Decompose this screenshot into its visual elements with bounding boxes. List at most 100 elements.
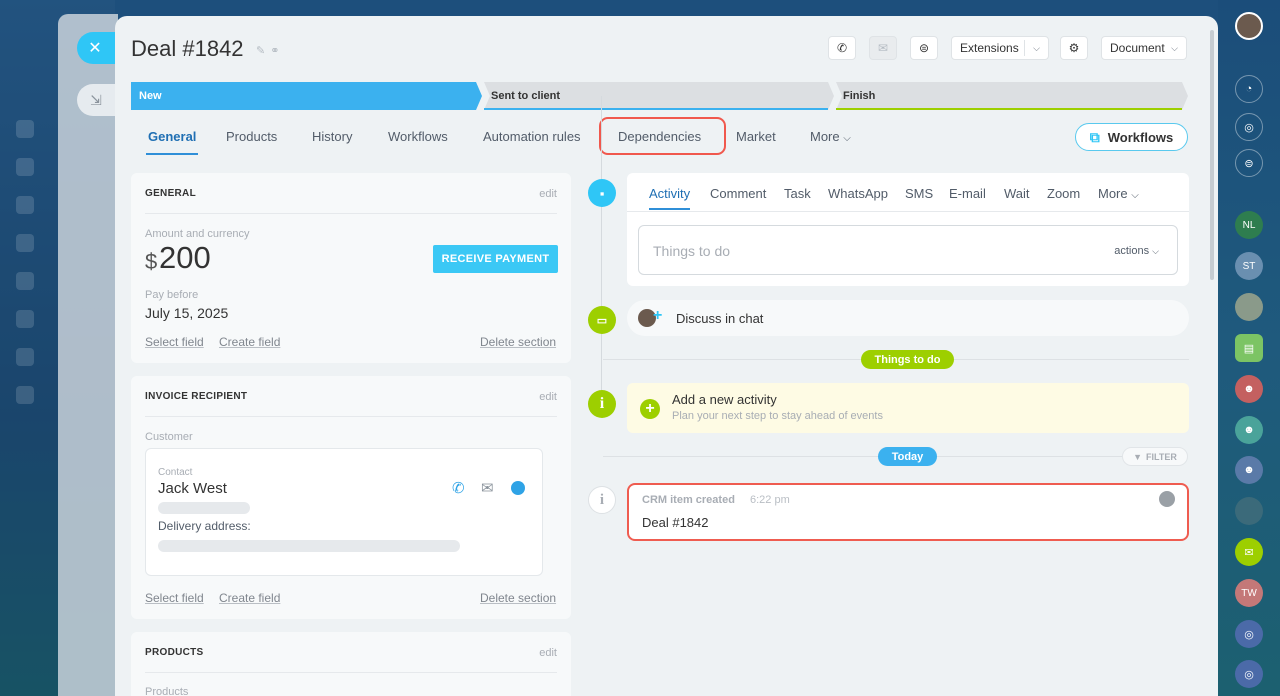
timeline-crm-dot: i <box>588 486 616 514</box>
crm-entry-body[interactable]: Deal #1842 <box>642 515 709 530</box>
chat-button[interactable]: ⊜ <box>910 36 938 60</box>
select-field-link[interactable]: Select field <box>145 591 204 605</box>
tab-automation-rules[interactable]: Automation rules <box>483 129 581 144</box>
group-chat-icon[interactable]: ☻ <box>1235 456 1263 484</box>
pay-before-value: July 15, 2025 <box>145 305 229 321</box>
chat-bubble-icon: ▭ <box>596 314 608 327</box>
dependencies-highlight <box>599 117 726 155</box>
document-icon[interactable]: ▤ <box>1235 334 1263 362</box>
stage-new-shape[interactable] <box>131 82 482 110</box>
close-slider-button[interactable]: ✕ <box>77 32 115 64</box>
editor-tab-wait[interactable]: Wait <box>1004 186 1030 201</box>
mail-button[interactable]: ✉ <box>869 36 897 60</box>
timeline-info-dot: i <box>588 390 616 418</box>
link-icon[interactable]: ⚭ <box>270 45 279 57</box>
edit-link[interactable]: edit <box>539 647 557 659</box>
contact-avatar-st[interactable]: ST <box>1235 252 1263 280</box>
group-chat-icon[interactable]: ☻ <box>1235 375 1263 403</box>
pencil-icon[interactable]: ✎ <box>256 45 265 57</box>
contact-avatar-nl[interactable]: NL <box>1235 211 1263 239</box>
tab-workflows[interactable]: Workflows <box>388 129 448 144</box>
stage-shapes <box>131 82 1188 110</box>
editor-tab-email[interactable]: E-mail <box>949 186 986 201</box>
editor-tab-activity[interactable]: Activity <box>649 186 691 210</box>
delete-section-link[interactable]: Delete section <box>480 335 556 349</box>
stage-finish-shape[interactable] <box>836 82 1188 110</box>
tab-products[interactable]: Products <box>226 129 277 144</box>
workflows-icon: ⧉ <box>1089 128 1100 145</box>
copilot-icon[interactable]: ◎ <box>1235 113 1263 141</box>
bg-icon <box>16 310 34 328</box>
new-activity-subtitle: Plan your next step to stay ahead of eve… <box>672 410 883 422</box>
create-field-link[interactable]: Create field <box>219 335 280 349</box>
chat-icon[interactable] <box>511 481 525 495</box>
edit-link[interactable]: edit <box>539 188 557 200</box>
create-field-link[interactable]: Create field <box>219 591 280 605</box>
avatar <box>1159 491 1175 507</box>
general-section: GENERAL edit Amount and currency $ 200 R… <box>131 173 571 363</box>
minimize-slider-button[interactable]: ⇲ <box>77 84 115 116</box>
stage-new[interactable]: New <box>131 82 162 110</box>
mail-icon[interactable]: ✉ <box>481 479 494 497</box>
extensions-dropdown[interactable]: Extensions ⌵ <box>951 36 1049 60</box>
receive-payment-button[interactable]: RECEIVE PAYMENT <box>433 245 558 273</box>
editor-tab-comment[interactable]: Comment <box>710 186 766 201</box>
stage-finish[interactable]: Finish <box>835 82 875 110</box>
workflows-button[interactable]: ⧉ Workflows <box>1075 123 1188 151</box>
chat-icon[interactable]: ⊜ <box>1235 149 1263 177</box>
tab-general[interactable]: General <box>145 129 199 155</box>
editor-tab-more[interactable]: More ⌵ <box>1098 186 1139 201</box>
stage-finish-underline <box>836 108 1182 110</box>
contact-avatar[interactable] <box>1235 293 1263 321</box>
editor-tab-zoom[interactable]: Zoom <box>1047 186 1080 201</box>
discuss-in-chat-row[interactable]: + Discuss in chat <box>627 300 1189 336</box>
input-placeholder: Things to do <box>653 243 731 259</box>
contact-avatar-tw[interactable]: TW <box>1235 579 1263 607</box>
timeline-chat-dot: ▭ <box>588 306 616 334</box>
bg-icon <box>16 158 34 176</box>
editor-tab-task[interactable]: Task <box>784 186 811 201</box>
phone-icon[interactable]: ✆ <box>452 479 465 497</box>
call-button[interactable]: ✆ <box>828 36 856 60</box>
add-circle-icon: + <box>640 399 660 419</box>
document-dropdown[interactable]: Document ⌵ <box>1101 36 1187 60</box>
background-panel <box>58 14 118 696</box>
right-sidebar: ◔ ◎ ⊜ NL ST ▤ ☻ ☻ ☻ ✉ TW ◎ ◎ <box>1218 0 1280 696</box>
things-to-do-pill: Things to do <box>861 350 954 369</box>
select-field-link[interactable]: Select field <box>145 335 204 349</box>
info-icon: i <box>599 395 605 412</box>
bg-icon <box>16 196 34 214</box>
bell-icon[interactable]: ◔ <box>1235 75 1263 103</box>
things-to-do-input[interactable]: Things to do actions ⌵ <box>638 225 1178 275</box>
contact-name[interactable]: Jack West <box>158 480 227 497</box>
chevron-down-icon: ⌵ <box>1171 42 1178 53</box>
contact-avatar[interactable] <box>1235 497 1263 525</box>
bg-icon <box>16 386 34 404</box>
discuss-label: Discuss in chat <box>676 311 764 326</box>
new-activity-panel[interactable]: + Add a new activity Plan your next step… <box>627 383 1189 433</box>
delete-section-link[interactable]: Delete section <box>480 591 556 605</box>
actions-dropdown[interactable]: actions ⌵ <box>1114 245 1159 257</box>
products-section: PRODUCTS edit Products <box>131 632 571 696</box>
tab-history[interactable]: History <box>312 129 352 144</box>
copilot-icon[interactable]: ◎ <box>1235 620 1263 648</box>
filter-button[interactable]: ▼ FILTER <box>1122 447 1188 466</box>
editor-tab-whatsapp[interactable]: WhatsApp <box>828 186 888 201</box>
blurred-address <box>158 540 460 552</box>
user-avatar[interactable] <box>1235 12 1263 40</box>
scrollbar[interactable] <box>1210 30 1214 280</box>
tab-more[interactable]: More ⌵ <box>810 129 851 144</box>
message-icon[interactable]: ✉ <box>1235 538 1263 566</box>
bg-icon <box>16 272 34 290</box>
crm-item-created-entry[interactable]: CRM item created 6:22 pm Deal #1842 <box>627 483 1189 541</box>
group-chat-icon[interactable]: ☻ <box>1235 416 1263 444</box>
copilot-icon[interactable]: ◎ <box>1235 660 1263 688</box>
gear-icon: ⚙ <box>1068 41 1080 55</box>
settings-button[interactable]: ⚙ <box>1060 36 1088 60</box>
chevron-down-icon: ⌵ <box>843 133 851 144</box>
edit-link[interactable]: edit <box>539 391 557 403</box>
tab-market[interactable]: Market <box>736 129 776 144</box>
bg-icon <box>16 234 34 252</box>
editor-tab-sms[interactable]: SMS <box>905 186 933 201</box>
stage-sent-to-client[interactable]: Sent to client <box>483 82 560 110</box>
